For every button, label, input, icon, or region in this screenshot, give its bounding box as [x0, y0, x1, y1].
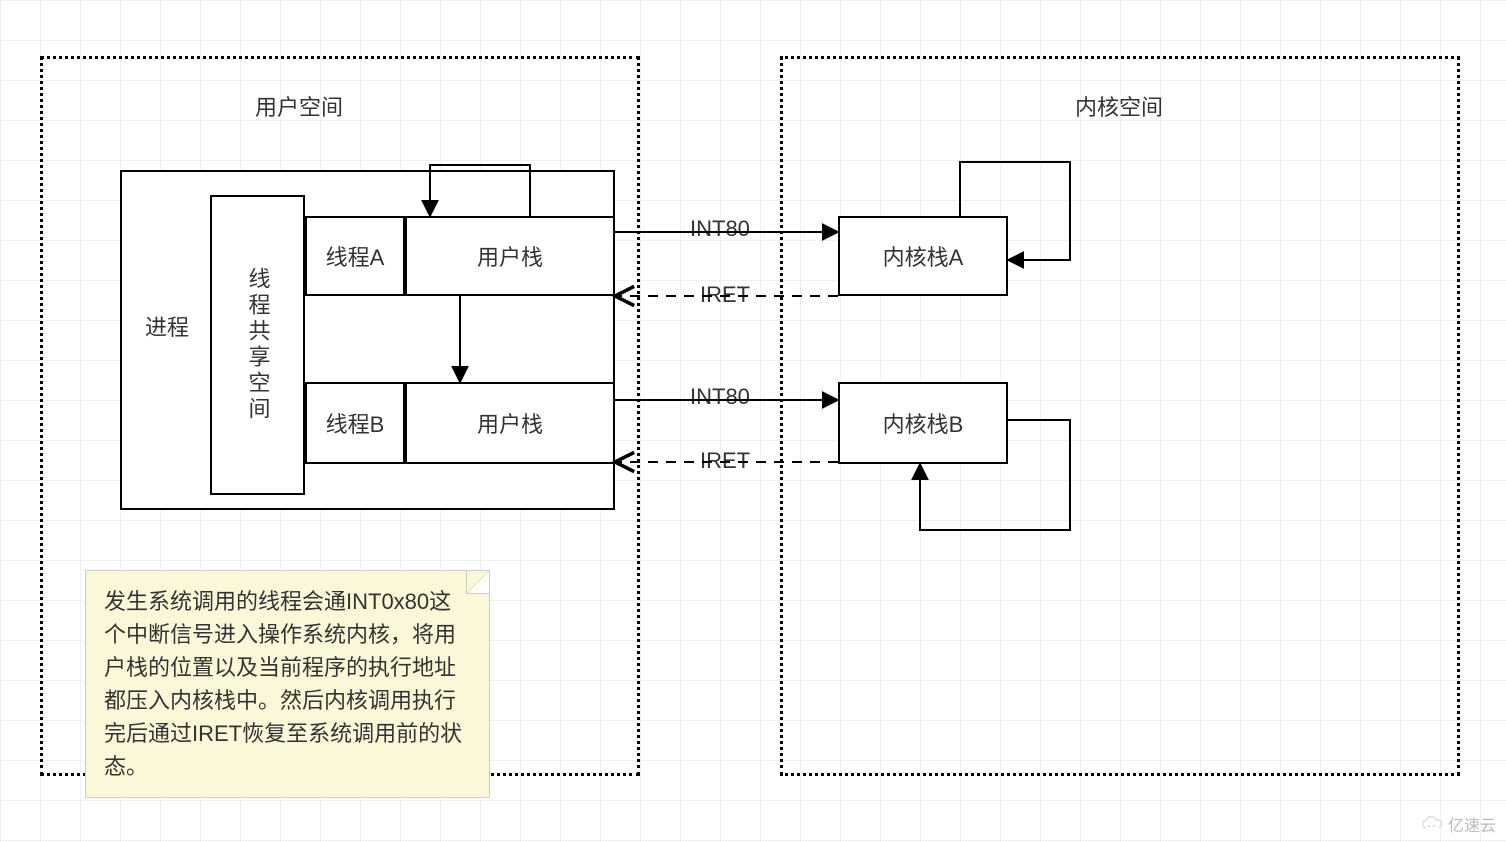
- thread-shared-space-label: 线程共享空间: [242, 267, 274, 423]
- thread-a-box: 线程A: [305, 216, 405, 296]
- user-stack-b-box: 用户栈: [405, 382, 615, 464]
- note-text: 发生系统调用的线程会通INT0x80这个中断信号进入操作系统内核，将用户栈的位置…: [104, 589, 462, 779]
- iret-label-b: IRET: [700, 448, 750, 474]
- thread-b-box: 线程B: [305, 382, 405, 464]
- kernel-stack-b-box: 内核栈B: [838, 382, 1008, 464]
- thread-b-label: 线程B: [326, 407, 385, 439]
- watermark-cloud-icon: [1420, 816, 1444, 832]
- int80-label-b: INT80: [690, 384, 750, 410]
- kernel-stack-a-box: 内核栈A: [838, 216, 1008, 296]
- watermark-text: 亿速云: [1448, 812, 1496, 836]
- note-corner-icon: [466, 571, 489, 594]
- user-stack-a-box: 用户栈: [405, 216, 615, 296]
- user-stack-b-label: 用户栈: [477, 407, 543, 439]
- note-box: 发生系统调用的线程会通INT0x80这个中断信号进入操作系统内核，将用户栈的位置…: [85, 570, 490, 798]
- watermark: 亿速云: [1420, 812, 1496, 836]
- int80-label-a: INT80: [690, 216, 750, 242]
- user-space-title: 用户空间: [255, 90, 343, 122]
- kernel-stack-a-label: 内核栈A: [883, 240, 964, 272]
- user-stack-a-label: 用户栈: [477, 240, 543, 272]
- iret-label-a: IRET: [700, 282, 750, 308]
- kernel-stack-b-label: 内核栈B: [883, 407, 964, 439]
- thread-a-label: 线程A: [326, 240, 385, 272]
- process-label: 进程: [145, 310, 189, 342]
- kernel-space-title: 内核空间: [1075, 90, 1163, 122]
- thread-shared-space-box: 线程共享空间: [210, 195, 305, 495]
